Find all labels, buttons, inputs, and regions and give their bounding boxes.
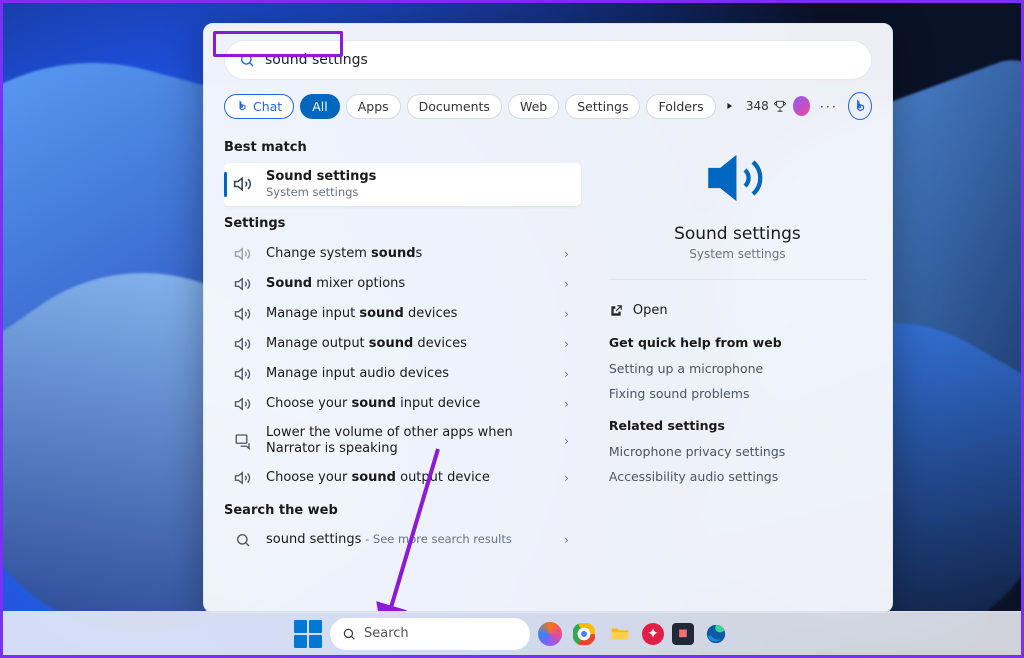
taskbar-app-copilot[interactable] (538, 622, 562, 646)
volume-icon (232, 275, 254, 293)
volume-icon (232, 245, 254, 263)
chevron-right-icon: › (560, 247, 573, 261)
narrator-icon (232, 432, 254, 450)
result-subtitle: System settings (266, 185, 573, 199)
bing-chat-button[interactable] (848, 92, 872, 120)
taskbar-app-red[interactable]: ✦ (642, 623, 664, 645)
result-title: Manage input sound devices (266, 306, 548, 322)
section-settings: Settings (224, 216, 581, 231)
result-setting[interactable]: Choose your sound input device › (224, 389, 581, 419)
chevron-right-icon: › (560, 471, 573, 485)
result-best-match[interactable]: Sound settingsSystem settings (224, 163, 581, 206)
related-heading: Related settings (609, 418, 866, 433)
tab-chat[interactable]: Chat (224, 94, 294, 119)
bing-icon (236, 100, 248, 112)
rewards-count[interactable]: 348 (746, 99, 787, 113)
chevron-right-icon: › (560, 367, 573, 381)
results-list: Best match Sound settingsSystem settings… (224, 130, 587, 612)
chevron-right-icon: › (560, 337, 573, 351)
volume-icon (232, 469, 254, 487)
taskbar: Search ✦ ■ (3, 611, 1021, 655)
search-flyout: Chat All Apps Documents Web Settings Fol… (203, 23, 893, 613)
result-setting[interactable]: Manage output sound devices › (224, 329, 581, 359)
taskbar-search[interactable]: Search (330, 618, 530, 650)
filter-tabs: Chat All Apps Documents Web Settings Fol… (224, 92, 872, 120)
volume-icon (232, 395, 254, 413)
search-icon (342, 627, 356, 641)
result-setting[interactable]: Lower the volume of other apps when Narr… (224, 419, 581, 464)
section-best-match: Best match (224, 140, 581, 155)
taskbar-app-explorer[interactable] (606, 620, 634, 648)
chevron-right-icon: › (560, 533, 573, 547)
search-input[interactable] (265, 52, 857, 68)
result-title: Change system sounds (266, 246, 548, 262)
result-title: Lower the volume of other apps when Narr… (266, 425, 548, 458)
related-link[interactable]: Accessibility audio settings (609, 464, 866, 489)
related-link[interactable]: Microphone privacy settings (609, 439, 866, 464)
result-title: Choose your sound output device (266, 470, 548, 486)
taskbar-app-edge[interactable] (702, 620, 730, 648)
help-link[interactable]: Setting up a microphone (609, 356, 866, 381)
result-setting[interactable]: Manage input audio devices › (224, 359, 581, 389)
result-web[interactable]: sound settings - See more search results… (224, 526, 581, 554)
result-title: Sound settings (266, 169, 573, 185)
bing-icon (853, 99, 867, 113)
detail-pane: Sound settings System settings Open Get … (587, 130, 872, 612)
chevron-right-icon: › (560, 397, 573, 411)
result-title: Manage input audio devices (266, 366, 548, 382)
open-icon (609, 304, 623, 318)
result-setting[interactable]: Manage input sound devices › (224, 299, 581, 329)
section-search-web: Search the web (224, 503, 581, 518)
overflow-arrow-icon[interactable] (724, 100, 734, 112)
tab-web[interactable]: Web (508, 94, 559, 119)
chevron-right-icon: › (560, 277, 573, 291)
volume-icon (232, 335, 254, 353)
open-action[interactable]: Open (609, 298, 866, 323)
help-link[interactable]: Fixing sound problems (609, 381, 866, 406)
taskbar-app-chrome[interactable] (570, 620, 598, 648)
trophy-icon (773, 99, 787, 113)
tab-apps[interactable]: Apps (346, 94, 401, 119)
result-setting[interactable]: Choose your sound output device › (224, 463, 581, 493)
user-avatar[interactable] (793, 96, 810, 116)
search-bar[interactable] (224, 40, 872, 80)
volume-icon (609, 146, 866, 210)
tab-all[interactable]: All (300, 94, 340, 119)
more-menu[interactable]: ··· (816, 99, 842, 114)
result-title: Sound mixer options (266, 276, 548, 292)
quick-help-heading: Get quick help from web (609, 335, 866, 350)
tab-settings[interactable]: Settings (565, 94, 640, 119)
chevron-right-icon: › (560, 307, 573, 321)
start-button[interactable] (294, 620, 322, 648)
volume-icon (232, 174, 254, 194)
result-setting[interactable]: Change system sounds › (224, 239, 581, 269)
tab-folders[interactable]: Folders (646, 94, 715, 119)
taskbar-app-dark[interactable]: ■ (672, 623, 694, 645)
search-icon (232, 532, 254, 548)
detail-subtitle: System settings (609, 247, 866, 261)
volume-icon (232, 305, 254, 323)
search-icon (239, 52, 255, 68)
detail-title: Sound settings (609, 224, 866, 244)
volume-icon (232, 365, 254, 383)
result-setting[interactable]: Sound mixer options › (224, 269, 581, 299)
chevron-right-icon: › (560, 434, 573, 448)
tab-documents[interactable]: Documents (407, 94, 502, 119)
result-title: Choose your sound input device (266, 396, 548, 412)
result-title: Manage output sound devices (266, 336, 548, 352)
